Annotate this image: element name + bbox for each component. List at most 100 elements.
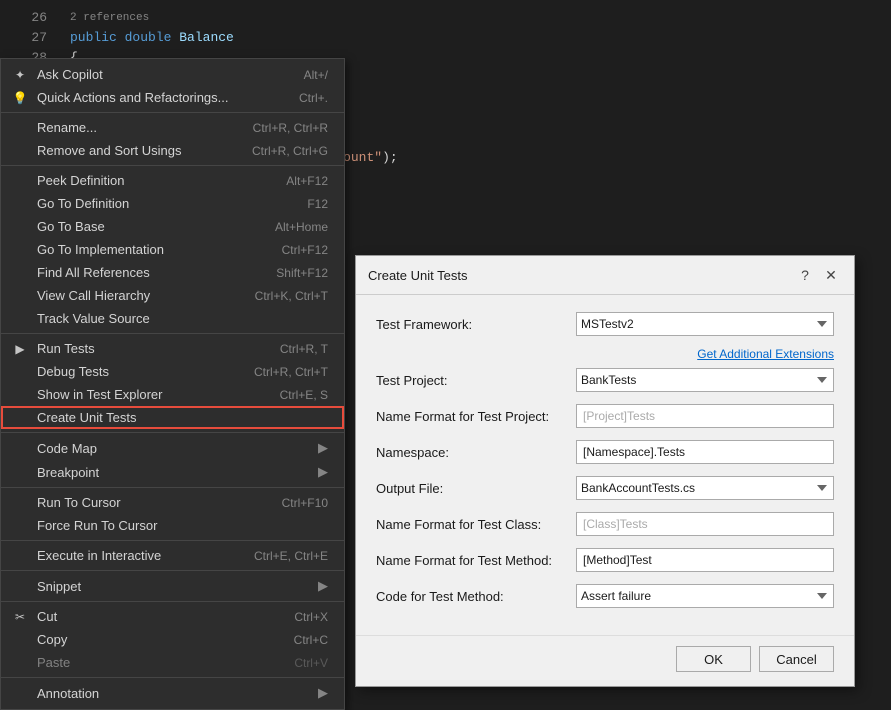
dialog-title: Create Unit Tests xyxy=(368,268,467,283)
input-name-format-method[interactable] xyxy=(576,548,834,572)
snippet-submenu-arrow: ▶ xyxy=(318,578,328,594)
menu-item-snippet[interactable]: Snippet ▶ xyxy=(1,574,344,598)
select-output-file[interactable]: BankAccountTests.cs xyxy=(576,476,834,500)
input-name-format-project[interactable] xyxy=(576,404,834,428)
cancel-button[interactable]: Cancel xyxy=(759,646,834,672)
menu-item-run-tests[interactable]: ▶ Run Tests Ctrl+R, T xyxy=(1,337,344,360)
menu-item-goto-impl[interactable]: Go To Implementation Ctrl+F12 xyxy=(1,238,344,261)
menu-item-annotation[interactable]: Annotation ▶ xyxy=(1,681,344,705)
goto-def-icon xyxy=(11,195,29,213)
goto-impl-icon xyxy=(11,241,29,259)
run-tests-icon: ▶ xyxy=(11,340,29,358)
rename-icon xyxy=(11,119,29,137)
copilot-icon: ✦ xyxy=(11,66,29,84)
menu-item-remove-sort[interactable]: Remove and Sort Usings Ctrl+R, Ctrl+G xyxy=(1,139,344,162)
menu-item-breakpoint[interactable]: Breakpoint ▶ xyxy=(1,460,344,484)
menu-label-annotation: Annotation xyxy=(37,686,314,701)
sep7 xyxy=(1,570,344,571)
menu-item-cut[interactable]: ✂ Cut Ctrl+X xyxy=(1,605,344,628)
label-test-framework: Test Framework: xyxy=(376,317,576,332)
label-output-file: Output File: xyxy=(376,481,576,496)
dialog-controls: ? ✕ xyxy=(794,264,842,286)
input-name-format-class[interactable] xyxy=(576,512,834,536)
shortcut-quick-actions: Ctrl+. xyxy=(299,91,328,105)
shortcut-debug-tests: Ctrl+R, Ctrl+T xyxy=(254,365,328,379)
sep3 xyxy=(1,333,344,334)
menu-item-show-test-explorer[interactable]: Show in Test Explorer Ctrl+E, S xyxy=(1,383,344,406)
get-additional-extensions-link[interactable]: Get Additional Extensions xyxy=(376,347,834,361)
menu-item-track-value[interactable]: Track Value Source xyxy=(1,307,344,330)
code-map-icon xyxy=(11,439,29,457)
shortcut-run-to-cursor: Ctrl+F10 xyxy=(282,496,328,510)
annotation-submenu-arrow: ▶ xyxy=(318,685,328,701)
label-name-format-method: Name Format for Test Method: xyxy=(376,553,576,568)
form-row-namespace: Namespace: xyxy=(376,439,834,465)
shortcut-peek: Alt+F12 xyxy=(286,174,328,188)
dialog-content: Test Framework: MSTestv2 Get Additional … xyxy=(356,295,854,635)
sep8 xyxy=(1,601,344,602)
select-code-test-method[interactable]: Assert failure xyxy=(576,584,834,608)
menu-item-execute-interactive[interactable]: Execute in Interactive Ctrl+E, Ctrl+E xyxy=(1,544,344,567)
menu-item-peek-definition[interactable]: Peek Definition Alt+F12 xyxy=(1,169,344,192)
input-namespace[interactable] xyxy=(576,440,834,464)
find-refs-icon xyxy=(11,264,29,282)
sep9 xyxy=(1,677,344,678)
menu-label-run-to-cursor: Run To Cursor xyxy=(37,495,266,510)
force-run-icon xyxy=(11,517,29,535)
breakpoint-icon xyxy=(11,463,29,481)
menu-item-ask-copilot[interactable]: ✦ Ask Copilot Alt+/ xyxy=(1,63,344,86)
shortcut-goto-def: F12 xyxy=(307,197,328,211)
form-row-code-test-method: Code for Test Method: Assert failure xyxy=(376,583,834,609)
context-menu: ✦ Ask Copilot Alt+/ 💡 Quick Actions and … xyxy=(0,58,345,710)
menu-item-code-map[interactable]: Code Map ▶ xyxy=(1,436,344,460)
dialog-close-button[interactable]: ✕ xyxy=(820,264,842,286)
menu-item-debug-tests[interactable]: Debug Tests Ctrl+R, Ctrl+T xyxy=(1,360,344,383)
shortcut-test-explorer: Ctrl+E, S xyxy=(280,388,328,402)
select-test-framework[interactable]: MSTestv2 xyxy=(576,312,834,336)
menu-item-call-hierarchy[interactable]: View Call Hierarchy Ctrl+K, Ctrl+T xyxy=(1,284,344,307)
goto-base-icon xyxy=(11,218,29,236)
shortcut-call-hierarchy: Ctrl+K, Ctrl+T xyxy=(255,289,328,303)
control-name-format-class xyxy=(576,512,834,536)
menu-item-goto-def[interactable]: Go To Definition F12 xyxy=(1,192,344,215)
menu-label-force-run: Force Run To Cursor xyxy=(37,518,328,533)
shortcut-ask-copilot: Alt+/ xyxy=(304,68,328,82)
run-to-cursor-icon xyxy=(11,494,29,512)
menu-label-ask-copilot: Ask Copilot xyxy=(37,67,288,82)
menu-label-run-tests: Run Tests xyxy=(37,341,264,356)
sep5 xyxy=(1,487,344,488)
debug-tests-icon xyxy=(11,363,29,381)
dialog-help-button[interactable]: ? xyxy=(794,264,816,286)
menu-item-create-unit-tests[interactable]: Create Unit Tests ➜ xyxy=(1,406,344,429)
shortcut-paste: Ctrl+V xyxy=(294,656,328,670)
menu-item-force-run[interactable]: Force Run To Cursor xyxy=(1,514,344,537)
form-row-test-project: Test Project: BankTests xyxy=(376,367,834,393)
menu-item-copy[interactable]: Copy Ctrl+C xyxy=(1,628,344,651)
menu-item-run-to-cursor[interactable]: Run To Cursor Ctrl+F10 xyxy=(1,491,344,514)
code-map-submenu-arrow: ▶ xyxy=(318,440,328,456)
menu-label-cut: Cut xyxy=(37,609,278,624)
menu-label-breakpoint: Breakpoint xyxy=(37,465,314,480)
shortcut-copy: Ctrl+C xyxy=(294,633,328,647)
form-row-output-file: Output File: BankAccountTests.cs xyxy=(376,475,834,501)
label-name-format-project: Name Format for Test Project: xyxy=(376,409,576,424)
menu-label-execute-interactive: Execute in Interactive xyxy=(37,548,238,563)
form-row-name-format-method: Name Format for Test Method: xyxy=(376,547,834,573)
form-row-name-format-project: Name Format for Test Project: xyxy=(376,403,834,429)
form-row-name-format-class: Name Format for Test Class: xyxy=(376,511,834,537)
menu-label-call-hierarchy: View Call Hierarchy xyxy=(37,288,239,303)
menu-item-paste[interactable]: Paste Ctrl+V xyxy=(1,651,344,674)
shortcut-goto-impl: Ctrl+F12 xyxy=(282,243,328,257)
menu-item-rename[interactable]: Rename... Ctrl+R, Ctrl+R xyxy=(1,116,344,139)
control-output-file: BankAccountTests.cs xyxy=(576,476,834,500)
annotation-icon xyxy=(11,684,29,702)
shortcut-cut: Ctrl+X xyxy=(294,610,328,624)
shortcut-rename: Ctrl+R, Ctrl+R xyxy=(253,121,328,135)
select-test-project[interactable]: BankTests xyxy=(576,368,834,392)
menu-item-quick-actions[interactable]: 💡 Quick Actions and Refactorings... Ctrl… xyxy=(1,86,344,109)
menu-label-quick-actions: Quick Actions and Refactorings... xyxy=(37,90,283,105)
shortcut-run-tests: Ctrl+R, T xyxy=(280,342,328,356)
menu-item-goto-base[interactable]: Go To Base Alt+Home xyxy=(1,215,344,238)
ok-button[interactable]: OK xyxy=(676,646,751,672)
menu-item-find-refs[interactable]: Find All References Shift+F12 xyxy=(1,261,344,284)
